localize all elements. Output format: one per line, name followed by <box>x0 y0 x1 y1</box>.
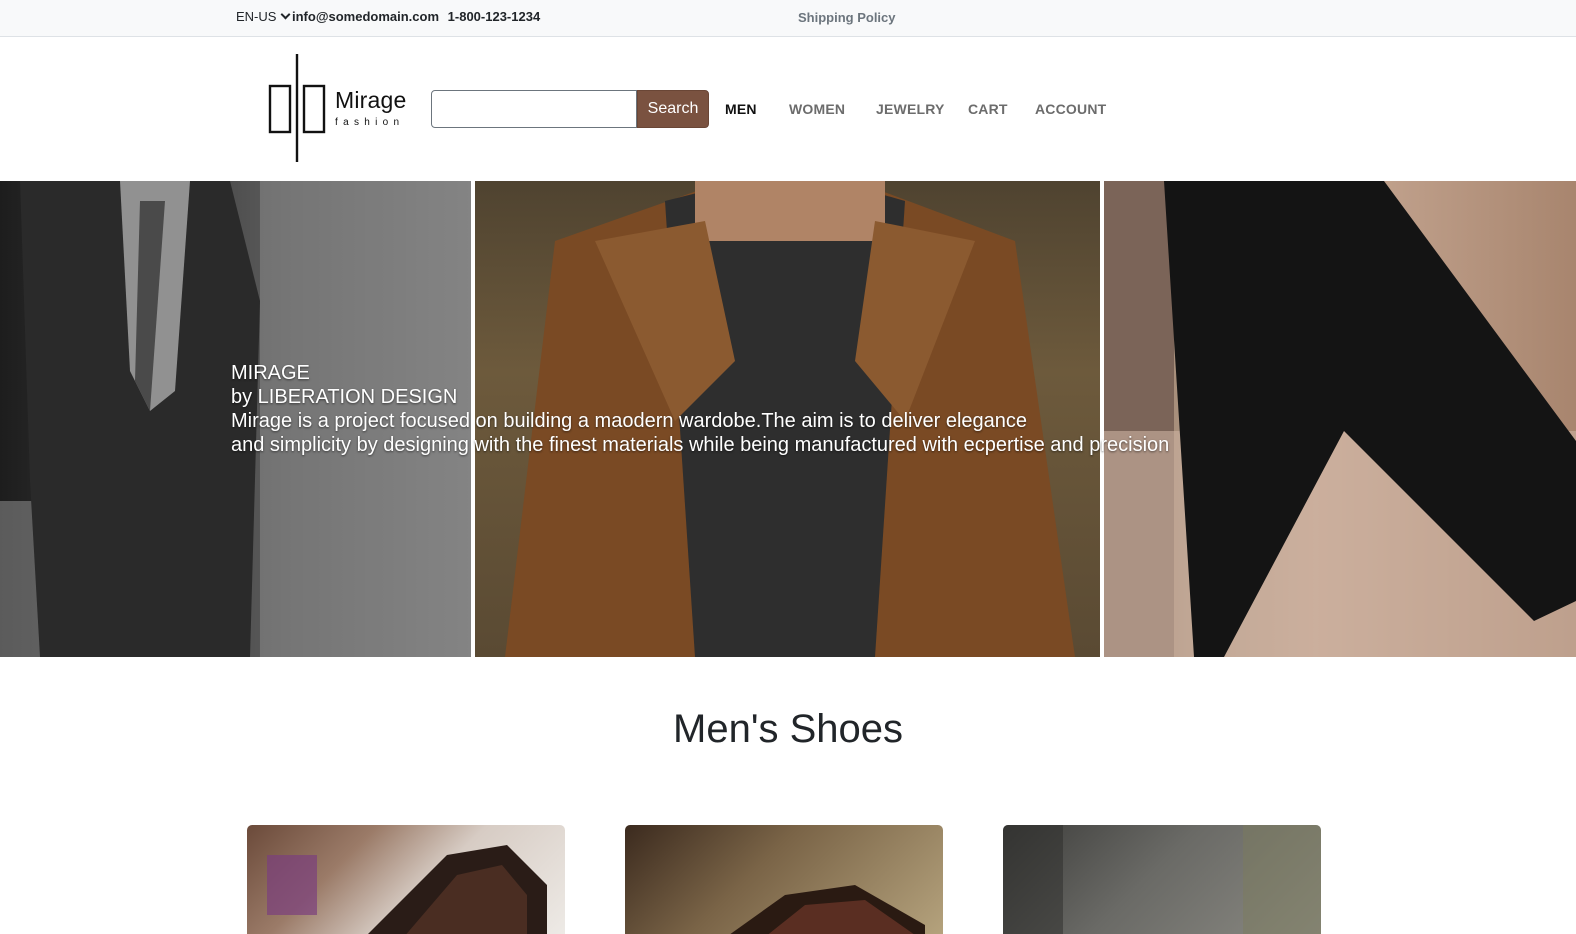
product-image <box>267 845 547 934</box>
contact-email[interactable]: info@somedomain.com <box>292 9 439 24</box>
nav-item-women[interactable]: WOMEN <box>789 101 845 117</box>
contact-info: info@somedomain.com 1-800-123-1234 <box>292 9 540 24</box>
chevron-down-icon <box>281 9 291 20</box>
nav-item-men[interactable]: MEN <box>725 101 757 117</box>
hero-description-line-2: and simplicity by designing with the fin… <box>231 434 1170 456</box>
top-bar: EN-US info@somedomain.com 1-800-123-1234… <box>0 0 1576 37</box>
nav-item-account[interactable]: ACCOUNT <box>1035 101 1106 117</box>
brand-logo[interactable]: Mirage fashion <box>268 54 408 164</box>
search-input[interactable] <box>431 90 637 128</box>
hero-title: MIRAGE <box>231 362 310 384</box>
product-card[interactable] <box>1003 825 1321 934</box>
search-button[interactable]: Search <box>637 90 709 128</box>
product-image <box>1003 825 1321 934</box>
product-card[interactable] <box>247 825 565 934</box>
contact-phone[interactable]: 1-800-123-1234 <box>448 9 541 24</box>
brand-tagline: fashion <box>335 117 405 128</box>
section-title: Men's Shoes <box>673 707 903 751</box>
language-selector[interactable]: EN-US <box>236 9 291 24</box>
hero-subtitle: by LIBERATION DESIGN <box>231 386 458 408</box>
hero-image-coat <box>1104 181 1576 657</box>
product-image <box>730 885 925 934</box>
nav-item-jewelry[interactable]: JEWELRY <box>876 101 945 117</box>
hero-description-line-1: Mirage is a project focused on building … <box>231 410 1028 432</box>
product-card[interactable] <box>625 825 943 934</box>
shipping-policy-link[interactable]: Shipping Policy <box>798 10 896 25</box>
hero-text: MIRAGE by LIBERATION DESIGN Mirage is a … <box>231 361 1169 457</box>
hero-banner: MIRAGE by LIBERATION DESIGN Mirage is a … <box>0 181 1576 657</box>
nav-item-cart[interactable]: CART <box>968 101 1008 117</box>
language-label: EN-US <box>236 9 277 24</box>
brand-name: Mirage <box>335 87 407 113</box>
